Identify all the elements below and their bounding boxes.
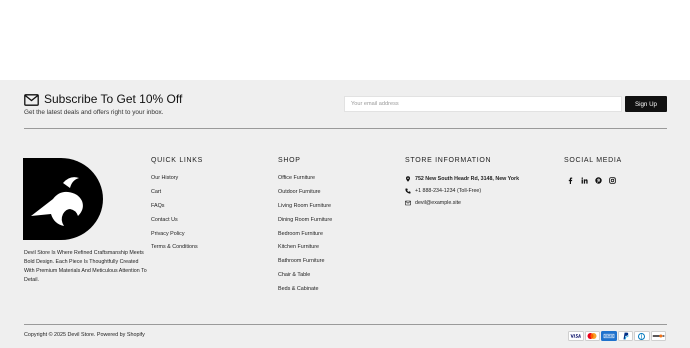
- store-phone: +1 888-234-1234 (Toll-Free): [405, 188, 481, 194]
- shop-link-kitchen[interactable]: Kitchen Furniture: [278, 244, 332, 258]
- store-email-text[interactable]: devil@example.site: [415, 200, 461, 206]
- shop-link-dining-room[interactable]: Dining Room Furniture: [278, 217, 332, 231]
- shop-link-chair-table[interactable]: Chair & Table: [278, 272, 332, 286]
- quick-link-our-history[interactable]: Our History: [151, 175, 198, 189]
- shop-link-living-room[interactable]: Living Room Furniture: [278, 203, 332, 217]
- sign-up-button[interactable]: Sign Up: [625, 96, 667, 112]
- envelope-icon: [24, 94, 39, 106]
- subscribe-subtitle: Get the latest deals and offers right to…: [24, 109, 164, 116]
- store-phone-text[interactable]: +1 888-234-1234 (Toll-Free): [415, 188, 481, 194]
- quick-link-privacy-policy[interactable]: Privacy Policy: [151, 231, 198, 245]
- visa-icon: [568, 331, 584, 341]
- shop-link-beds-cabinate[interactable]: Beds & Cabinate: [278, 286, 332, 300]
- shop-link-office[interactable]: Office Furniture: [278, 175, 332, 189]
- store-address-text: 752 New South Headr Rd, 3148, New York: [415, 176, 520, 182]
- brand-description: Devil Store Is Where Refined Craftsmansh…: [24, 250, 147, 283]
- quick-link-cart[interactable]: Cart: [151, 189, 198, 203]
- shop-link-bathroom[interactable]: Bathroom Furniture: [278, 258, 332, 272]
- store-info-title: STORE INFORMATION: [405, 157, 492, 164]
- quick-link-contact-us[interactable]: Contact Us: [151, 217, 198, 231]
- phone-icon: [405, 188, 411, 194]
- linkedin-icon[interactable]: [580, 176, 588, 184]
- amex-icon: [601, 331, 617, 341]
- copyright-text: Copyright © 2025 Devil Store. Powered by…: [24, 332, 145, 338]
- mastercard-icon: [584, 331, 600, 341]
- discover-icon: [650, 331, 666, 341]
- paypal-icon: [617, 331, 633, 341]
- social-icons: [566, 176, 616, 184]
- pinterest-icon[interactable]: [594, 176, 602, 184]
- bottom-divider: [24, 324, 667, 325]
- mail-icon: [405, 200, 411, 206]
- site-footer: Subscribe To Get 10% Off Get the latest …: [0, 80, 690, 348]
- store-email: devil@example.site: [405, 200, 461, 206]
- store-address: 752 New South Headr Rd, 3148, New York: [405, 176, 519, 182]
- quick-link-faqs[interactable]: FAQs: [151, 203, 198, 217]
- shop-link-outdoor[interactable]: Outdoor Furniture: [278, 189, 332, 203]
- social-media-title: SOCIAL MEDIA: [564, 157, 622, 164]
- shop-link-bedroom[interactable]: Bedroom Furniture: [278, 231, 332, 245]
- quick-links-list: Our History Cart FAQs Contact Us Privacy…: [151, 175, 198, 258]
- payment-icons: [568, 331, 666, 341]
- quick-link-terms[interactable]: Terms & Conditions: [151, 244, 198, 258]
- devil-store-logo: [23, 158, 103, 240]
- shop-title: SHOP: [278, 157, 301, 164]
- shop-links-list: Office Furniture Outdoor Furniture Livin…: [278, 175, 332, 300]
- diners-club-icon: [634, 331, 650, 341]
- map-pin-icon: [406, 176, 410, 182]
- email-input[interactable]: [344, 96, 622, 112]
- instagram-icon[interactable]: [608, 176, 616, 184]
- quick-links-title: QUICK LINKS: [151, 157, 204, 164]
- subscribe-title: Subscribe To Get 10% Off: [44, 92, 183, 106]
- top-divider: [24, 128, 667, 129]
- facebook-icon[interactable]: [566, 176, 574, 184]
